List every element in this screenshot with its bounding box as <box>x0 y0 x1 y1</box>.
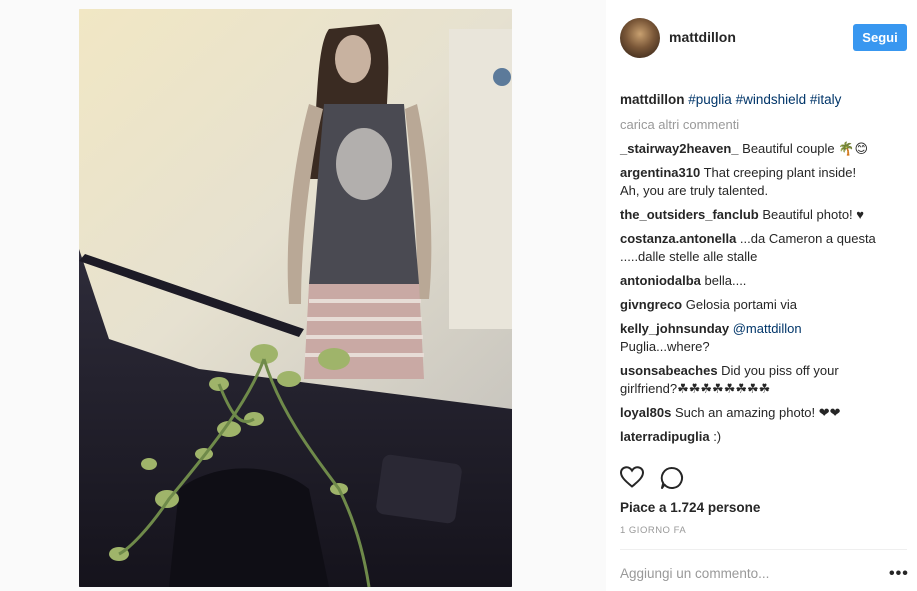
hashtag-puglia[interactable]: #puglia <box>688 92 732 107</box>
comment-item: givngreco Gelosia portami via <box>620 296 900 314</box>
hashtag-italy[interactable]: #italy <box>810 92 842 107</box>
hashtag-windshield[interactable]: #windshield <box>736 92 807 107</box>
comment-text: Did you piss off your <box>717 363 839 378</box>
post-timestamp: 1 GIORNO FA <box>620 525 687 536</box>
comment-username[interactable]: _stairway2heaven_ <box>620 141 739 156</box>
heart-icon[interactable] <box>619 466 645 493</box>
post-photo-art <box>79 9 512 587</box>
comment-text: bella.... <box>700 273 747 288</box>
follow-button[interactable]: Segui <box>853 24 907 51</box>
comment-username[interactable]: costanza.antonella <box>620 231 736 246</box>
comment-mention[interactable]: @mattdillon <box>733 321 802 336</box>
comment-item: _stairway2heaven_ Beautiful couple 🌴😊 <box>620 140 900 158</box>
comment-username[interactable]: antoniodalba <box>620 273 701 288</box>
comment-item: argentina310 That creeping plant inside!… <box>620 164 900 200</box>
comment-item: loyal80s Such an amazing photo! ❤❤ <box>620 404 900 422</box>
comment-username[interactable]: givngreco <box>620 297 682 312</box>
comment-text-continued: Puglia...where? <box>620 339 710 354</box>
divider <box>620 549 907 550</box>
comment-text: Such an amazing photo! ❤❤ <box>671 405 841 420</box>
add-comment-input[interactable] <box>620 563 880 583</box>
comment-text: Beautiful photo! ♥ <box>758 207 864 222</box>
comment-item: the_outsiders_fanclub Beautiful photo! ♥ <box>620 206 900 224</box>
comment-item: costanza.antonella ...da Cameron a quest… <box>620 230 900 266</box>
comment-username[interactable]: usonsabeaches <box>620 363 718 378</box>
post-caption: mattdillon #puglia #windshield #italy <box>620 91 841 109</box>
comment-icon[interactable] <box>660 466 684 495</box>
comment-username[interactable]: kelly_johnsunday <box>620 321 729 336</box>
avatar[interactable] <box>620 18 660 58</box>
comment-text: That creeping plant inside! <box>700 165 857 180</box>
comment-text: ...da Cameron a questa <box>736 231 876 246</box>
comment-text: Gelosia portami via <box>682 297 798 312</box>
likes-count[interactable]: Piace a 1.724 persone <box>620 500 760 515</box>
comment-text-continued: .....dalle stelle alle stalle <box>620 249 758 264</box>
comment-item: kelly_johnsunday @mattdillon Puglia...wh… <box>620 320 900 356</box>
load-more-comments-link[interactable]: carica altri commenti <box>620 117 739 132</box>
more-options-button[interactable]: ••• <box>889 565 909 583</box>
comment-username[interactable]: loyal80s <box>620 405 671 420</box>
comment-username[interactable]: argentina310 <box>620 165 700 180</box>
comment-item: laterradipuglia :) <box>620 428 900 446</box>
comment-text: Beautiful couple 🌴😊 <box>738 141 869 156</box>
comment-text-continued: girlfriend?☘☘☘☘☘☘☘☘ <box>620 381 771 396</box>
post-photo[interactable] <box>79 9 512 587</box>
comment-text-continued: Ah, you are truly talented. <box>620 183 769 198</box>
comment-item: usonsabeaches Did you piss off your girl… <box>620 362 900 398</box>
comment-username[interactable]: the_outsiders_fanclub <box>620 207 759 222</box>
caption-username[interactable]: mattdillon <box>620 92 685 107</box>
comment-item: antoniodalba bella.... <box>620 272 900 290</box>
comment-username[interactable]: laterradipuglia <box>620 429 710 444</box>
comment-text: :) <box>709 429 722 444</box>
post-author-username[interactable]: mattdillon <box>669 29 736 45</box>
